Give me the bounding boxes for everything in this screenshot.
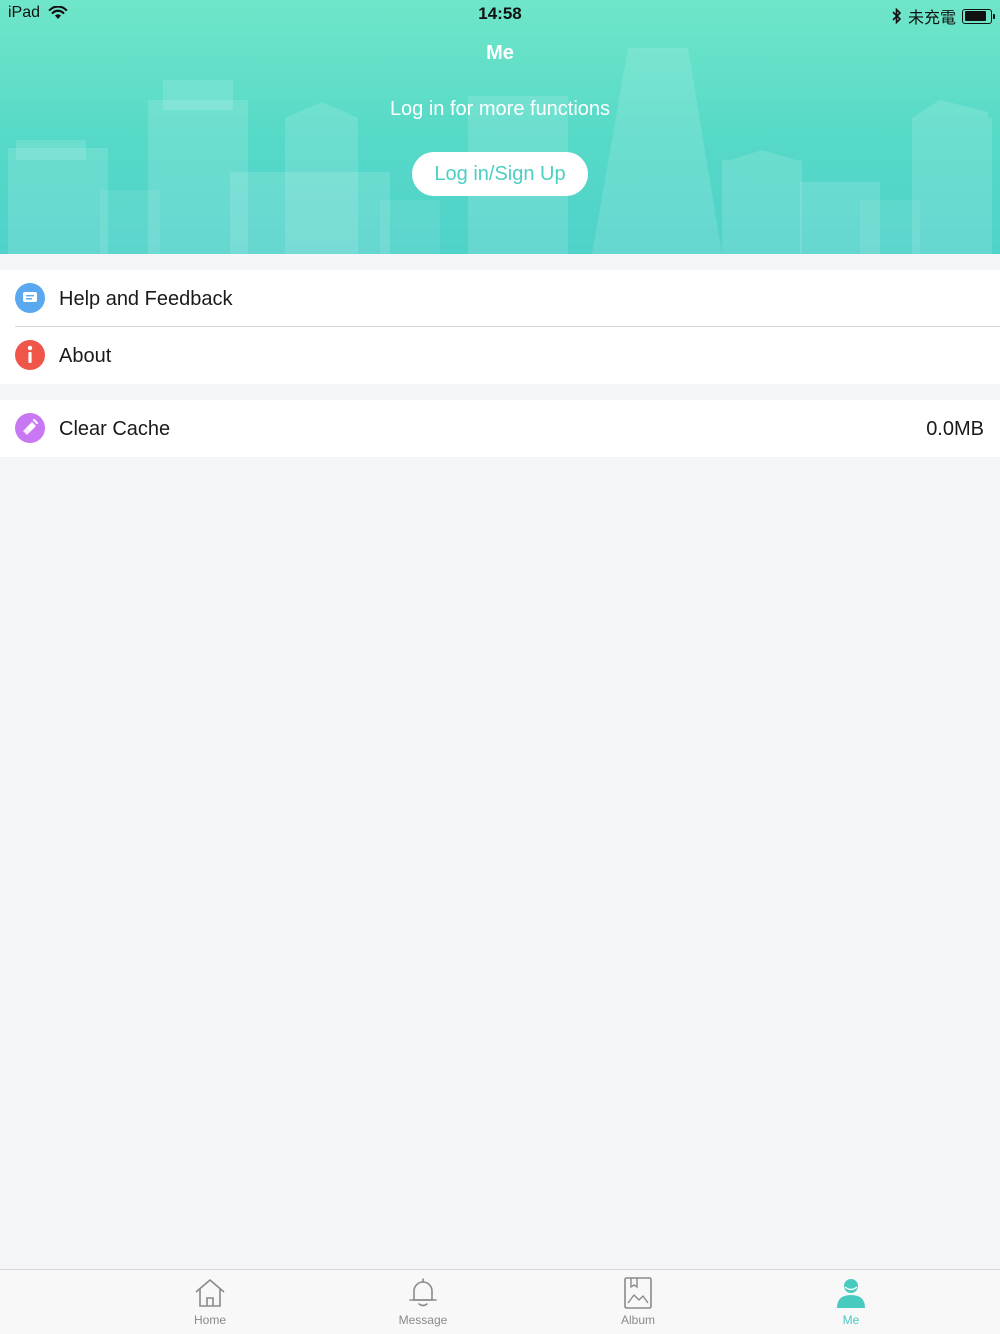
clear-cache-label: Clear Cache <box>59 418 171 440</box>
settings-group-storage: Clear Cache 0.0MB <box>0 400 1000 457</box>
tab-message-label: Message <box>398 1313 448 1327</box>
about-row[interactable]: About <box>0 327 1000 384</box>
help-feedback-row[interactable]: Help and Feedback <box>0 270 1000 327</box>
tab-home[interactable]: Home <box>165 1270 255 1334</box>
tab-bar: Home Message Album Me <box>0 1269 1000 1334</box>
page-title: Me <box>486 42 514 64</box>
cache-size-value: 0.0MB <box>926 418 984 440</box>
login-prompt: Log in for more functions <box>389 98 611 120</box>
city-skyline-illustration <box>8 48 992 254</box>
tab-album[interactable]: Album <box>593 1270 683 1334</box>
tab-me-label: Me <box>842 1313 860 1327</box>
status-bar: iPad 14:58 未充電 <box>0 0 1000 28</box>
info-icon <box>15 340 45 370</box>
broom-icon <box>15 413 45 443</box>
battery-level <box>964 11 986 21</box>
charge-status: 未充電 <box>907 10 956 27</box>
settings-group-primary: Help and Feedback About <box>0 270 1000 384</box>
bluetooth-icon <box>892 8 902 24</box>
chat-icon <box>15 283 45 313</box>
bell-icon <box>409 1278 437 1307</box>
home-icon <box>195 1279 225 1307</box>
battery-icon <box>962 8 995 24</box>
clock: 14:58 <box>478 4 522 23</box>
person-icon <box>837 1279 865 1308</box>
tab-me[interactable]: Me <box>806 1270 896 1334</box>
clear-cache-row[interactable]: Clear Cache 0.0MB <box>0 400 1000 457</box>
album-icon <box>624 1277 652 1309</box>
tab-message[interactable]: Message <box>378 1270 468 1334</box>
tab-album-label: Album <box>620 1313 655 1327</box>
tab-home-label: Home <box>193 1313 226 1327</box>
about-label: About <box>59 345 112 367</box>
profile-header: iPad 14:58 未充電 Me Log in for more functi… <box>0 0 1000 254</box>
login-signup-button[interactable]: Log in/Sign Up <box>412 152 588 196</box>
help-feedback-label: Help and Feedback <box>59 288 233 310</box>
